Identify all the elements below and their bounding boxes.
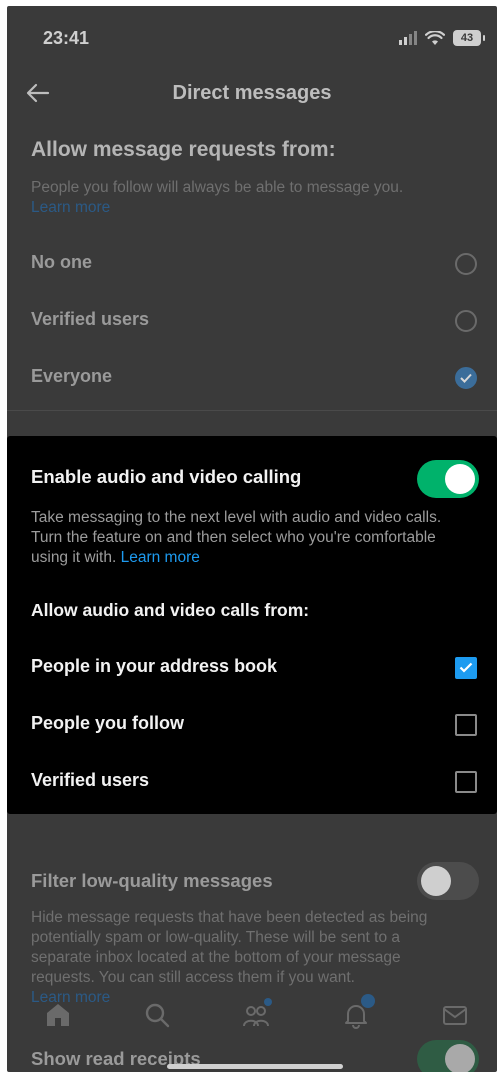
message-requests-description: People you follow will always be able to… [31, 178, 461, 218]
toggle-knob [421, 866, 451, 896]
filter-low-quality-toggle[interactable] [417, 862, 479, 900]
read-receipts-toggle[interactable] [417, 1040, 479, 1072]
option-no-one[interactable]: No one [31, 252, 92, 273]
calls-from-heading: Allow audio and video calls from: [31, 600, 310, 620]
divider [7, 410, 497, 411]
header: Direct messages [7, 68, 497, 118]
calls-option-address-book[interactable]: People in your address book [31, 656, 277, 677]
checkbox-address-book[interactable] [455, 657, 477, 679]
page-title: Direct messages [172, 82, 332, 104]
calls-option-people-you-follow[interactable]: People you follow [31, 713, 184, 734]
communities-dot-badge [264, 998, 272, 1006]
checkbox-verified-users[interactable] [455, 771, 477, 793]
screen: 23:41 43 Direct messages Allow message r… [7, 6, 497, 1072]
cellular-signal-icon [399, 31, 417, 45]
message-requests-heading: Allow message requests from: [31, 138, 336, 161]
calls-option-verified-users[interactable]: Verified users [31, 770, 149, 791]
option-verified-users[interactable]: Verified users [31, 309, 149, 330]
status-time: 23:41 [43, 28, 90, 48]
calling-description: Take messaging to the next level with au… [31, 508, 461, 568]
message-requests-description-text: People you follow will always be able to… [31, 179, 404, 196]
messages-icon[interactable] [440, 1000, 470, 1030]
filter-description-text: Hide message requests that have been det… [31, 909, 428, 986]
search-icon[interactable] [142, 1000, 172, 1030]
radio-verified-users[interactable] [455, 310, 477, 332]
calling-toggle-label: Enable audio and video calling [31, 466, 302, 487]
calling-settings-card: Enable audio and video calling Take mess… [7, 436, 497, 814]
filter-low-quality-label: Filter low-quality messages [31, 870, 273, 891]
calling-learn-more-link[interactable]: Learn more [121, 549, 200, 566]
checkmark-icon [459, 662, 473, 673]
option-everyone[interactable]: Everyone [31, 366, 112, 387]
toggle-knob [445, 1044, 475, 1072]
radio-everyone[interactable] [455, 367, 477, 389]
wifi-icon [425, 30, 445, 45]
tab-bar [7, 988, 497, 1038]
status-icons: 43 [399, 28, 485, 48]
message-requests-learn-more-link[interactable]: Learn more [31, 199, 110, 216]
notifications-badge [361, 994, 375, 1008]
calling-toggle[interactable] [417, 460, 479, 498]
radio-no-one[interactable] [455, 253, 477, 275]
home-icon[interactable] [43, 1000, 73, 1030]
home-indicator[interactable] [167, 1064, 343, 1069]
checkbox-people-you-follow[interactable] [455, 714, 477, 736]
toggle-knob [445, 464, 475, 494]
calling-description-text: Take messaging to the next level with au… [31, 509, 442, 566]
battery-icon: 43 [453, 30, 485, 46]
checkmark-icon [460, 373, 472, 383]
status-bar: 23:41 43 [7, 6, 497, 66]
